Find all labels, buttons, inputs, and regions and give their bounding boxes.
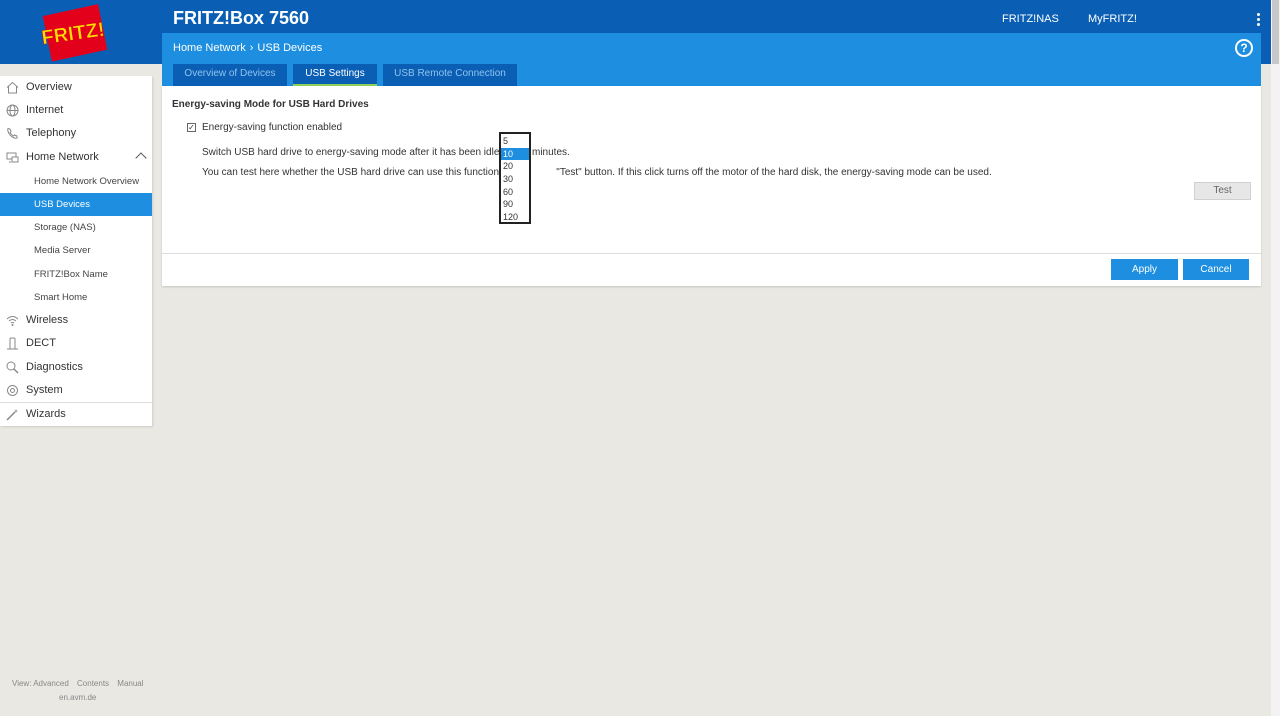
sidebar-item-telephony[interactable]: Telephony — [0, 122, 152, 145]
sidebar-item-diagnostics[interactable]: Diagnostics — [0, 356, 152, 379]
idle-minutes-dropdown[interactable]: 5 10 20 30 60 90 120 — [499, 132, 531, 224]
fritz-nas-link[interactable]: FRITZ!NAS — [1002, 13, 1059, 25]
sidebar-item-label: Overview — [26, 81, 72, 93]
sidebar-subitem-storage-nas[interactable]: Storage (NAS) — [0, 216, 152, 239]
system-icon — [7, 385, 18, 396]
myfritz-link[interactable]: MyFRITZ! — [1088, 13, 1137, 25]
sidebar-subitem-label: Smart Home — [34, 292, 88, 303]
sidebar-item-home-network[interactable]: Home Network — [0, 146, 152, 169]
wizard-icon — [6, 409, 18, 421]
sidebar-subitem-fritzbox-name[interactable]: FRITZ!Box Name — [0, 263, 152, 286]
sidebar-subitem-label: FRITZ!Box Name — [34, 269, 108, 280]
test-description-b: "Test" button. If this click turns off t… — [556, 167, 992, 178]
dect-icon — [7, 337, 18, 350]
dropdown-option[interactable]: 90 — [501, 198, 529, 211]
network-icon — [6, 152, 19, 163]
sidebar-item-label: Home Network — [26, 151, 99, 163]
avm-site-link[interactable]: en.avm.de — [59, 693, 96, 702]
sidebar-subitem-label: Media Server — [34, 245, 91, 256]
breadcrumb: Home Network › USB Devices — [173, 42, 322, 54]
energy-saving-row: ✓ Energy-saving function enabled — [187, 122, 342, 133]
footer-links: View: Advanced Contents Manual — [12, 679, 150, 688]
tab-usb-settings[interactable]: USB Settings — [293, 64, 377, 86]
breadcrumb-parent[interactable]: Home Network — [173, 42, 246, 54]
apply-button[interactable]: Apply — [1111, 259, 1178, 280]
dropdown-option-selected[interactable]: 10 — [501, 147, 529, 161]
globe-icon — [6, 104, 19, 117]
manual-link[interactable]: Manual — [117, 679, 143, 688]
scrollbar-thumb[interactable] — [1272, 0, 1279, 64]
page-title: FRITZ!Box 7560 — [173, 8, 310, 28]
logo-area: FRITZ! — [0, 0, 162, 64]
content-panel: Energy-saving Mode for USB Hard Drives ✓… — [162, 86, 1261, 286]
test-description: You can test here whether the USB hard d… — [202, 167, 992, 178]
more-menu-icon[interactable] — [1252, 12, 1264, 28]
cancel-button[interactable]: Cancel — [1183, 259, 1249, 280]
test-description-a: You can test here whether the USB hard d… — [202, 167, 517, 178]
idle-text-before: Switch USB hard drive to energy-saving m… — [202, 147, 514, 158]
sidebar-item-label: Wizards — [26, 408, 66, 420]
dropdown-option[interactable]: 120 — [501, 211, 529, 224]
sidebar-subitem-media-server[interactable]: Media Server — [0, 239, 152, 262]
sidebar-item-internet[interactable]: Internet — [0, 99, 152, 122]
dropdown-option[interactable]: 60 — [501, 186, 529, 199]
dropdown-option[interactable]: 20 — [501, 160, 529, 173]
phone-icon — [7, 127, 18, 139]
test-button[interactable]: Test — [1194, 182, 1251, 200]
chevron-up-icon[interactable] — [135, 152, 147, 164]
view-mode-link[interactable]: View: Advanced — [12, 679, 69, 688]
idle-time-row: Switch USB hard drive to energy-saving m… — [202, 147, 570, 158]
sidebar-item-wizards[interactable]: Wizards — [0, 403, 152, 426]
sidebar-item-label: Internet — [26, 104, 64, 116]
tab-overview-of-devices[interactable]: Overview of Devices — [173, 64, 287, 86]
sidebar-item-label: Wireless — [26, 314, 69, 326]
sidebar: Overview Internet Telephony Home Network… — [0, 76, 152, 426]
energy-saving-checkbox[interactable]: ✓ — [187, 123, 196, 132]
idle-text-after: minutes. — [532, 147, 570, 158]
sidebar-item-label: Diagnostics — [26, 361, 83, 373]
breadcrumb-separator-icon: › — [249, 42, 254, 54]
wifi-icon — [6, 316, 19, 326]
fritz-logo[interactable]: FRITZ! — [36, 4, 110, 62]
sidebar-item-dect[interactable]: DECT — [0, 332, 152, 355]
sidebar-subitem-smart-home[interactable]: Smart Home — [0, 286, 152, 309]
dropdown-option[interactable]: 5 — [501, 135, 529, 148]
breadcrumb-band: Home Network › USB Devices ? Overview of D… — [162, 33, 1261, 86]
help-icon[interactable]: ? — [1235, 39, 1253, 57]
sidebar-item-label: System — [26, 384, 63, 396]
dropdown-option[interactable]: 30 — [501, 173, 529, 186]
sidebar-subitem-home-network-overview[interactable]: Home Network Overview — [0, 170, 152, 193]
sidebar-item-label: Telephony — [26, 127, 77, 139]
sidebar-subitem-label: Home Network Overview — [34, 176, 140, 187]
tab-usb-remote-connection[interactable]: USB Remote Connection — [383, 64, 517, 86]
home-icon — [6, 81, 19, 94]
sidebar-item-label: DECT — [26, 337, 56, 349]
breadcrumb-current: USB Devices — [257, 42, 323, 54]
contents-link[interactable]: Contents — [77, 679, 109, 688]
sidebar-item-wireless[interactable]: Wireless — [0, 309, 152, 332]
sidebar-subitem-label: USB Devices — [34, 199, 90, 210]
sidebar-item-overview[interactable]: Overview — [0, 76, 152, 99]
diagnostics-icon — [6, 361, 19, 374]
sidebar-item-system[interactable]: System — [0, 379, 152, 402]
sidebar-subitem-usb-devices[interactable]: USB Devices — [0, 193, 152, 216]
divider — [162, 253, 1261, 254]
sidebar-subitem-label: Storage (NAS) — [34, 222, 96, 233]
energy-saving-label[interactable]: Energy-saving function enabled — [202, 122, 342, 133]
scrollbar-track[interactable] — [1271, 0, 1280, 716]
section-title: Energy-saving Mode for USB Hard Drives — [172, 99, 369, 110]
